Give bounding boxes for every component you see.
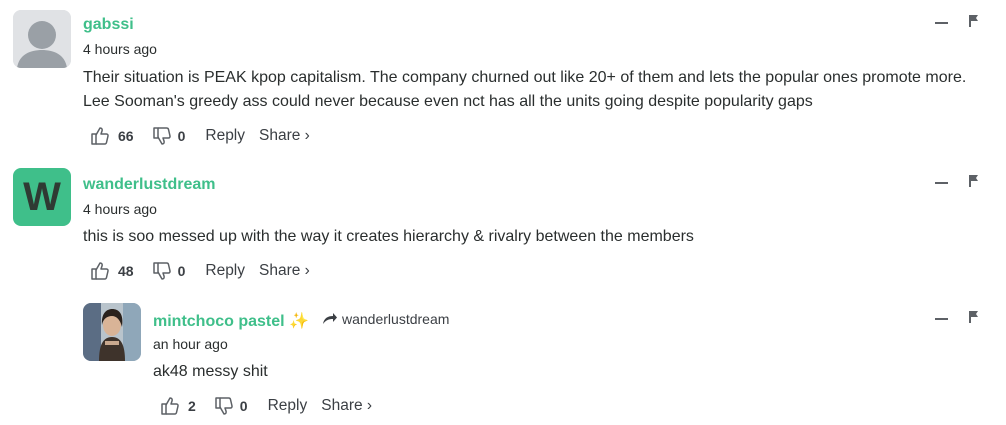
comment-actions: 2 0 Reply Share › xyxy=(160,394,372,418)
flag-icon[interactable] xyxy=(968,14,980,28)
avatar[interactable]: W xyxy=(13,168,71,226)
downvote-button[interactable]: 0 xyxy=(152,126,186,146)
comment-text: ak48 messy shit xyxy=(153,363,268,380)
avatar-photo xyxy=(83,303,141,361)
timestamp[interactable]: 4 hours ago xyxy=(83,41,157,57)
downvote-button[interactable]: 0 xyxy=(214,396,248,416)
collapse-icon[interactable] xyxy=(935,182,948,184)
thumbs-up-icon xyxy=(91,262,109,280)
default-avatar-icon xyxy=(13,10,71,68)
replying-to-username: wanderlustdream xyxy=(342,311,450,327)
reply-arrow-icon xyxy=(323,313,337,324)
collapse-icon[interactable] xyxy=(935,318,948,320)
comment-actions: 66 0 Reply Share › xyxy=(90,124,310,148)
flag-icon[interactable] xyxy=(968,174,980,188)
comment-text: this is soo messed up with the way it cr… xyxy=(83,228,694,245)
collapse-icon[interactable] xyxy=(935,22,948,24)
share-button[interactable]: Share › xyxy=(259,262,310,280)
avatar-letter: W xyxy=(23,174,61,219)
username-text: mintchoco pastel xyxy=(153,313,285,330)
flag-icon[interactable] xyxy=(968,310,980,324)
upvote-count: 66 xyxy=(118,128,134,144)
comment-text: Their situation is PEAK kpop capitalism.… xyxy=(83,69,967,110)
downvote-button[interactable]: 0 xyxy=(152,261,186,281)
sparkles-icon: ✨ xyxy=(289,313,309,330)
username[interactable]: mintchoco pastel ✨ xyxy=(153,311,309,331)
reply-button[interactable]: Reply xyxy=(268,397,308,415)
replying-to[interactable]: wanderlustdream xyxy=(322,311,449,327)
thumbs-up-icon xyxy=(161,397,179,415)
thumbs-up-icon xyxy=(91,127,109,145)
timestamp[interactable]: an hour ago xyxy=(153,336,228,352)
reply-button[interactable]: Reply xyxy=(205,262,245,280)
username[interactable]: wanderlustdream xyxy=(83,176,215,194)
downvote-count: 0 xyxy=(177,128,186,144)
avatar[interactable] xyxy=(13,10,71,68)
share-button[interactable]: Share › xyxy=(259,127,310,145)
upvote-button[interactable]: 48 xyxy=(90,261,134,281)
thumbs-down-icon xyxy=(152,127,171,145)
upvote-count: 2 xyxy=(188,398,196,414)
thumbs-down-icon xyxy=(215,397,233,415)
downvote-count: 0 xyxy=(177,263,186,279)
share-button[interactable]: Share › xyxy=(321,397,372,415)
downvote-count: 0 xyxy=(239,398,248,414)
comment-actions: 48 0 Reply Share › xyxy=(90,259,310,283)
upvote-count: 48 xyxy=(118,263,134,279)
username[interactable]: gabssi xyxy=(83,16,134,34)
upvote-button[interactable]: 66 xyxy=(90,126,134,146)
avatar[interactable] xyxy=(83,303,141,361)
upvote-button[interactable]: 2 xyxy=(160,396,196,416)
reply-button[interactable]: Reply xyxy=(205,127,245,145)
timestamp[interactable]: 4 hours ago xyxy=(83,201,157,217)
thumbs-down-icon xyxy=(152,262,171,280)
